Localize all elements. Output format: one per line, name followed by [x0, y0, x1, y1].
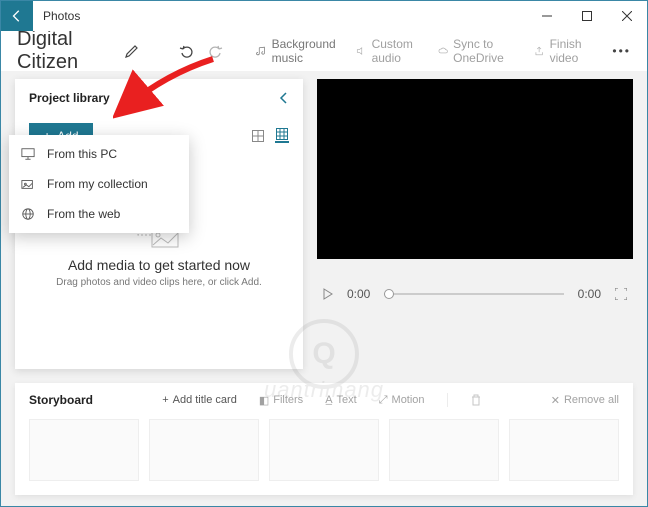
window-controls	[527, 1, 647, 31]
music-icon	[256, 44, 266, 58]
remove-all-label: Remove all	[564, 394, 619, 406]
custom-audio-button[interactable]: Custom audio	[356, 37, 426, 65]
app-title: Photos	[43, 9, 80, 23]
add-title-card-button[interactable]: + Add title card	[162, 394, 237, 406]
storyboard-slot[interactable]	[149, 419, 259, 481]
storyboard-cards	[29, 419, 619, 481]
fullscreen-icon	[615, 288, 627, 300]
motion-icon: ⤢	[379, 394, 388, 407]
text-icon: A̲	[325, 394, 332, 406]
collection-icon	[21, 177, 37, 191]
background-music-button[interactable]: Background music	[256, 37, 344, 65]
total-time: 0:00	[578, 287, 601, 301]
from-pc-label: From this PC	[47, 147, 117, 161]
project-library-panel: Project library + Add	[15, 79, 303, 369]
monitor-icon	[21, 147, 37, 161]
sync-button[interactable]: Sync to OneDrive	[438, 37, 523, 65]
view-list-button[interactable]	[251, 129, 265, 143]
custom-audio-label: Custom audio	[372, 37, 426, 65]
collapse-button[interactable]	[279, 91, 289, 105]
add-title-card-label: Add title card	[173, 394, 237, 406]
text-label: Text	[337, 394, 357, 406]
view-grid-button[interactable]	[275, 129, 289, 143]
project-name: Digital Citizen	[17, 28, 108, 74]
filters-label: Filters	[273, 394, 303, 406]
storyboard-slot[interactable]	[509, 419, 619, 481]
fullscreen-button[interactable]	[615, 288, 627, 300]
trash-icon	[470, 394, 482, 406]
bgmusic-label: Background music	[272, 37, 345, 65]
storyboard-slot[interactable]	[29, 419, 139, 481]
dropdown-from-collection[interactable]: From my collection	[9, 169, 189, 199]
placeholder-title: Add media to get started now	[29, 257, 289, 273]
undo-button[interactable]	[179, 43, 195, 59]
title-bar: Photos	[1, 1, 647, 31]
add-dropdown-menu: From this PC From my collection From the…	[9, 135, 189, 233]
divider	[447, 393, 448, 407]
export-icon	[534, 44, 544, 58]
minimize-button[interactable]	[527, 1, 567, 31]
finish-video-button[interactable]: Finish video	[534, 37, 596, 65]
storyboard-slot[interactable]	[269, 419, 379, 481]
audio-icon	[356, 44, 366, 58]
current-time: 0:00	[347, 287, 370, 301]
grid-small-icon	[276, 128, 288, 140]
storyboard-title: Storyboard	[29, 393, 93, 407]
redo-icon	[207, 43, 223, 59]
motion-label: Motion	[392, 394, 425, 406]
motion-button[interactable]: ⤢ Motion	[379, 394, 425, 407]
filters-icon: ◧	[259, 394, 269, 407]
maximize-icon	[582, 11, 592, 21]
seek-thumb[interactable]	[384, 289, 394, 299]
player-controls: 0:00 0:00	[317, 287, 633, 301]
back-button[interactable]	[1, 1, 33, 31]
close-button[interactable]	[607, 1, 647, 31]
plus-icon: +	[162, 394, 168, 406]
video-preview[interactable]	[317, 79, 633, 259]
chevron-left-icon	[279, 91, 289, 105]
storyboard-slot[interactable]	[389, 419, 499, 481]
delete-button[interactable]	[470, 394, 482, 406]
maximize-button[interactable]	[567, 1, 607, 31]
library-title: Project library	[29, 91, 110, 105]
storyboard-panel: Storyboard + Add title card ◧ Filters A̲…	[15, 383, 633, 495]
text-button[interactable]: A̲ Text	[325, 394, 357, 406]
dropdown-from-web[interactable]: From the web	[9, 199, 189, 229]
minimize-icon	[542, 11, 552, 21]
preview-area: 0:00 0:00	[317, 79, 633, 369]
main-area: Project library + Add	[1, 71, 647, 369]
redo-button[interactable]	[207, 43, 223, 59]
play-button[interactable]	[323, 288, 333, 300]
remove-all-button[interactable]: ✕ Remove all	[551, 394, 619, 407]
rename-button[interactable]	[124, 43, 140, 59]
undo-icon	[179, 43, 195, 59]
globe-icon	[21, 207, 37, 221]
sync-label: Sync to OneDrive	[453, 37, 522, 65]
more-button[interactable]: •••	[612, 44, 631, 58]
toolbar: Digital Citizen Background music Custom …	[1, 31, 647, 71]
close-icon	[622, 11, 632, 21]
from-web-label: From the web	[47, 207, 120, 221]
arrow-left-icon	[10, 9, 24, 23]
pencil-icon	[124, 43, 140, 59]
seek-bar[interactable]	[384, 293, 563, 295]
x-icon: ✕	[551, 394, 560, 407]
finish-label: Finish video	[550, 37, 597, 65]
placeholder-subtitle: Drag photos and video clips here, or cli…	[29, 277, 289, 288]
dropdown-from-pc[interactable]: From this PC	[9, 139, 189, 169]
from-collection-label: From my collection	[47, 177, 148, 191]
play-icon	[323, 288, 333, 300]
filters-button[interactable]: ◧ Filters	[259, 394, 303, 407]
cloud-icon	[438, 44, 448, 58]
grid-large-icon	[252, 130, 264, 142]
